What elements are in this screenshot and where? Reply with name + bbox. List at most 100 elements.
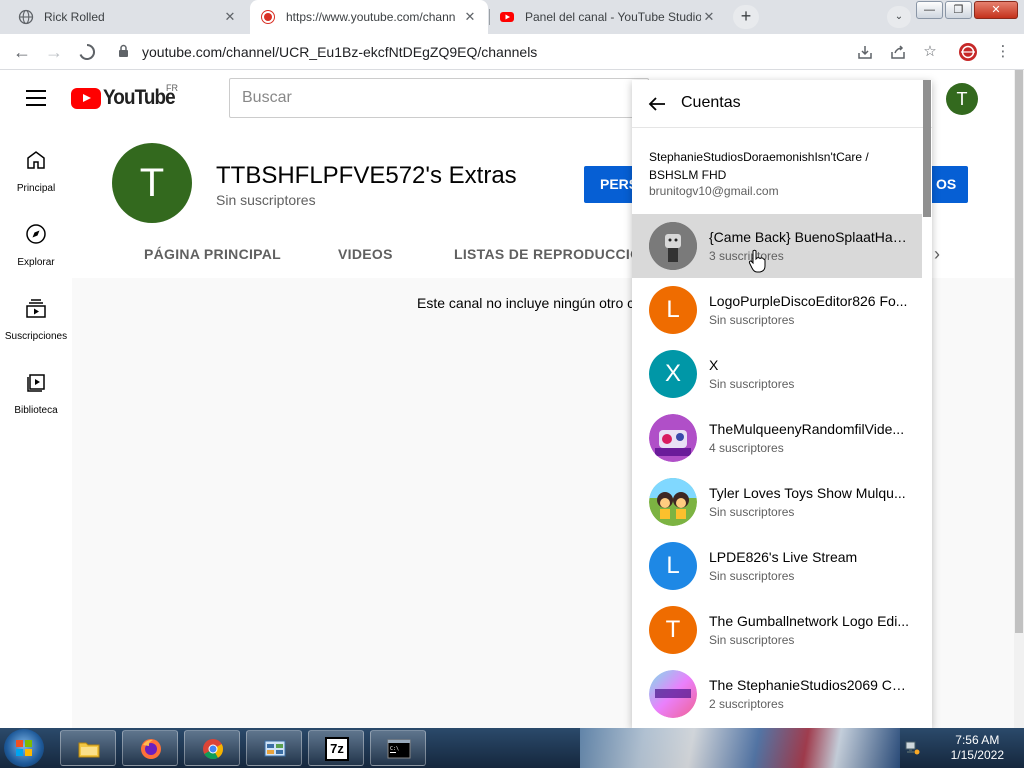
channel-account-subs: Sin suscriptores — [709, 569, 795, 583]
taskbar-cmd[interactable]: C:\ — [370, 730, 426, 766]
channel-account-subs: Sin suscriptores — [709, 633, 795, 647]
channel-avatar: X — [649, 350, 697, 398]
firefox-icon — [141, 739, 161, 759]
channel-avatar[interactable]: T — [112, 143, 192, 223]
hamburger-menu-icon[interactable] — [26, 90, 46, 106]
clock-date: 1/15/2022 — [950, 748, 1004, 762]
guide-label: Explorar — [17, 257, 55, 268]
youtube-play-icon — [71, 87, 101, 109]
youtube-recording-icon — [260, 9, 276, 25]
accounts-panel: Cuentas StephanieStudiosDoraemonishIsn't… — [632, 80, 932, 728]
taskbar-explorer[interactable] — [60, 730, 116, 766]
taskbar-firefox[interactable] — [122, 730, 178, 766]
cmd-icon: C:\ — [387, 739, 411, 759]
page-scrollbar[interactable] — [1014, 70, 1024, 728]
tab-title: Rick Rolled — [44, 10, 105, 24]
accounts-panel-title: Cuentas — [681, 94, 741, 111]
taskbar-control-panel[interactable] — [246, 730, 302, 766]
library-icon — [27, 374, 45, 392]
chevron-right-icon[interactable]: › — [934, 244, 940, 265]
channel-avatar: T — [649, 606, 697, 654]
chrome-icon — [203, 739, 224, 760]
tab-title: Panel del canal - YouTube Studio — [525, 10, 701, 24]
tab-search-button[interactable]: ⌄ — [887, 6, 911, 28]
close-tab-icon[interactable]: ✕ — [462, 9, 478, 25]
channel-account-name: The StephanieStudios2069 Co... — [709, 677, 909, 693]
account-avatar[interactable]: T — [946, 83, 978, 115]
home-icon — [27, 151, 45, 169]
channel-avatar-image — [649, 222, 697, 270]
guide-item-biblioteca[interactable]: Biblioteca — [0, 370, 72, 416]
channel-account-item[interactable]: L LogoPurpleDiscoEditor826 Fo... Sin sus… — [632, 278, 922, 342]
install-app-icon[interactable] — [855, 42, 875, 62]
channel-account-name: Tyler Loves Toys Show Mulqu... — [709, 485, 906, 501]
windows-taskbar: 7z C:\ 7:56 AM 1/15/2022 — [0, 728, 1024, 768]
start-button[interactable] — [4, 729, 44, 767]
browser-tab-strip: Rick Rolled ✕ https://www.youtube.com/ch… — [0, 0, 1024, 34]
tab-youtube-studio[interactable]: Panel del canal - YouTube Studio ✕ — [489, 0, 727, 34]
channel-account-subs: 2 suscriptores — [709, 697, 784, 711]
hand-cursor-icon — [748, 249, 766, 273]
channel-avatar-image — [649, 478, 697, 526]
close-tab-icon[interactable]: ✕ — [701, 9, 717, 25]
guide-item-suscripciones[interactable]: Suscripciones — [0, 296, 72, 342]
profile-avatar-icon[interactable] — [958, 42, 978, 62]
tab-pagina-principal[interactable]: PÁGINA PRINCIPAL — [144, 234, 281, 278]
guide-label: Biblioteca — [14, 405, 58, 416]
channel-account-item[interactable]: L LPDE826's Live Stream Sin suscriptores — [632, 534, 922, 598]
guide-item-principal[interactable]: Principal — [0, 148, 72, 194]
windows-logo-icon — [16, 740, 32, 756]
tab-listas[interactable]: LISTAS DE REPRODUCCIÓN — [454, 234, 652, 278]
channel-account-name: TheMulqueenyRandomfilVide... — [709, 421, 905, 437]
minimize-button[interactable]: — — [916, 1, 943, 19]
restore-button[interactable]: ❐ — [945, 1, 972, 19]
youtube-logo[interactable]: YouTube FR — [71, 83, 183, 110]
forward-button[interactable]: → — [42, 40, 66, 64]
share-icon[interactable] — [888, 42, 908, 62]
tab-youtube-channel[interactable]: https://www.youtube.com/chann ✕ — [250, 0, 488, 34]
wallpaper-preview — [580, 728, 900, 768]
channel-account-item[interactable]: TheMulqueenyRandomfilVide... 4 suscripto… — [632, 406, 922, 470]
bookmark-star-icon[interactable]: ☆ — [920, 42, 940, 62]
channel-account-name: The Gumballnetwork Logo Edi... — [709, 613, 909, 629]
scrollbar-thumb[interactable] — [1015, 70, 1023, 633]
system-tray: 7:56 AM 1/15/2022 — [904, 728, 1024, 768]
channel-account-item[interactable]: {Came Back} BuenoSplaatHay... 3 suscript… — [632, 214, 922, 278]
channel-account-name: {Came Back} BuenoSplaatHay... — [709, 229, 909, 245]
accounts-panel-header: Cuentas — [632, 80, 932, 128]
close-window-button[interactable]: ✕ — [974, 1, 1018, 19]
guide-item-explorar[interactable]: Explorar — [0, 222, 72, 268]
channel-account-name: LPDE826's Live Stream — [709, 549, 858, 565]
channel-account-item[interactable]: The StephanieStudios2069 Co... 2 suscrip… — [632, 662, 922, 726]
channel-account-subs: Sin suscriptores — [709, 377, 795, 391]
search-input[interactable] — [230, 79, 648, 117]
channel-account-list: {Came Back} BuenoSplaatHay... 3 suscript… — [632, 214, 922, 726]
taskbar-7zip[interactable]: 7z — [308, 730, 364, 766]
channel-account-item[interactable]: Tyler Loves Toys Show Mulqu... Sin suscr… — [632, 470, 922, 534]
tab-rick-rolled[interactable]: Rick Rolled ✕ — [8, 0, 248, 34]
system-clock[interactable]: 7:56 AM 1/15/2022 — [951, 733, 1004, 763]
guide-sidebar: Principal Explorar Suscripciones Bibliot… — [0, 126, 72, 728]
globe-icon — [18, 9, 34, 25]
network-icon[interactable] — [904, 740, 920, 756]
tab-videos[interactable]: VIDEOS — [338, 234, 393, 278]
window-controls: — ❐ ✕ — [916, 1, 1018, 19]
google-account-name: StephanieStudiosDoraemonishIsn'tCare / B… — [649, 150, 869, 182]
guide-label: Suscripciones — [4, 331, 68, 342]
taskbar-chrome[interactable] — [184, 730, 240, 766]
youtube-favicon-icon — [499, 9, 515, 25]
new-tab-button[interactable]: + — [733, 5, 759, 29]
7zip-icon: 7z — [325, 737, 349, 761]
back-button[interactable]: ← — [10, 40, 34, 64]
google-account-email: brunitogv10@gmail.com — [649, 184, 779, 198]
close-tab-icon[interactable]: ✕ — [222, 9, 238, 25]
channel-account-item[interactable]: T The Gumballnetwork Logo Edi... Sin sus… — [632, 598, 922, 662]
channel-subscriber-count: Sin suscriptores — [216, 192, 316, 208]
search-box[interactable] — [229, 78, 649, 118]
accounts-panel-scrollbar[interactable] — [923, 80, 931, 217]
loading-icon[interactable] — [75, 40, 99, 64]
channel-account-item[interactable]: X X Sin suscriptores — [632, 342, 922, 406]
arrow-back-icon[interactable] — [646, 93, 668, 115]
browser-menu-icon[interactable]: ⋮ — [993, 42, 1013, 62]
channel-avatar: L — [649, 286, 697, 334]
